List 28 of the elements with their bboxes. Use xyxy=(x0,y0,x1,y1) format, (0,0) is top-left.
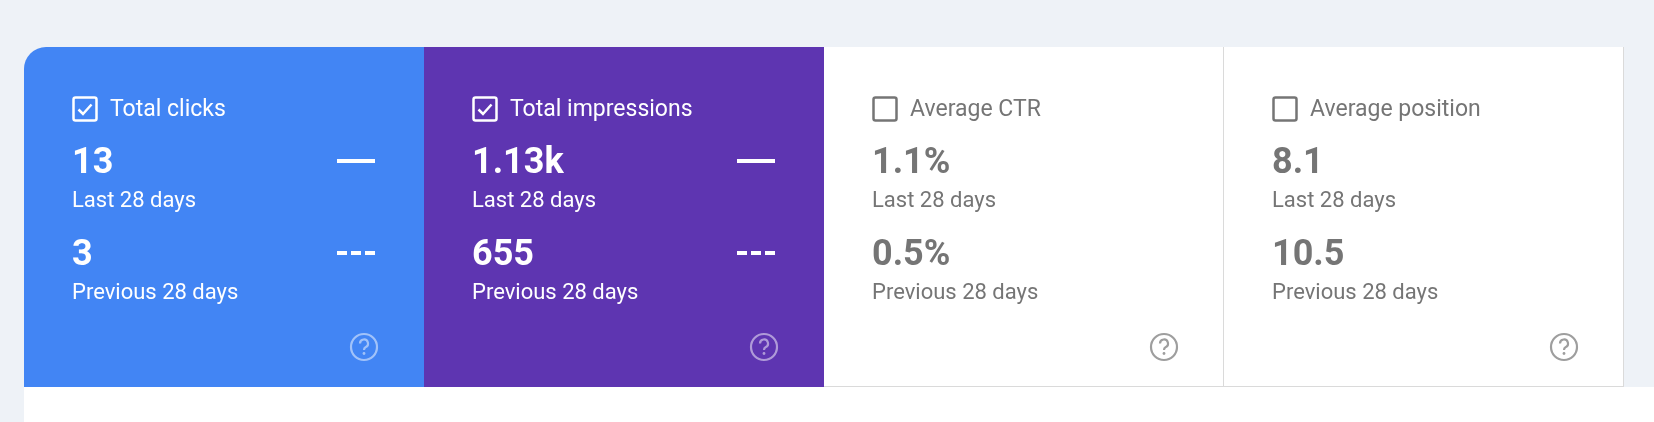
checkbox[interactable] xyxy=(872,95,898,122)
period-label: Last 28 days xyxy=(1272,186,1397,214)
period-label: Last 28 days xyxy=(472,186,597,214)
metric-value: 13 xyxy=(72,139,114,184)
dashed-line-icon xyxy=(337,251,375,255)
metric-label: Total impressions xyxy=(510,95,693,122)
metric-value: 0.5% xyxy=(872,231,951,276)
metric-value: 1.1% xyxy=(872,139,951,184)
metric-value: 655 xyxy=(472,231,534,276)
help-icon[interactable] xyxy=(1149,332,1179,362)
metric-value: 1.13k xyxy=(472,139,564,184)
period-label: Previous 28 days xyxy=(472,278,640,306)
period-label: Last 28 days xyxy=(72,186,197,214)
metric-card[interactable]: Average position 8.1 Last 28 days 10.5 Previous 28 days xyxy=(1224,47,1624,387)
metric-value: 3 xyxy=(72,231,93,276)
metric-value: 10.5 xyxy=(1272,231,1345,276)
period-label: Last 28 days xyxy=(872,186,997,214)
metric-label: Average position xyxy=(1310,95,1481,122)
period-label: Previous 28 days xyxy=(72,278,240,306)
metric-card[interactable]: Average CTR 1.1% Last 28 days 0.5% Previous 28 days xyxy=(824,47,1224,387)
metric-value: 8.1 xyxy=(1272,139,1324,184)
period-label: Previous 28 days xyxy=(872,278,1040,306)
dashed-line-icon xyxy=(737,251,775,255)
metric-label: Total clicks xyxy=(110,95,226,122)
help-icon[interactable] xyxy=(1549,332,1579,362)
checkbox[interactable] xyxy=(1272,95,1298,122)
period-label: Previous 28 days xyxy=(1272,278,1440,306)
metric-label: Average CTR xyxy=(910,95,1041,122)
